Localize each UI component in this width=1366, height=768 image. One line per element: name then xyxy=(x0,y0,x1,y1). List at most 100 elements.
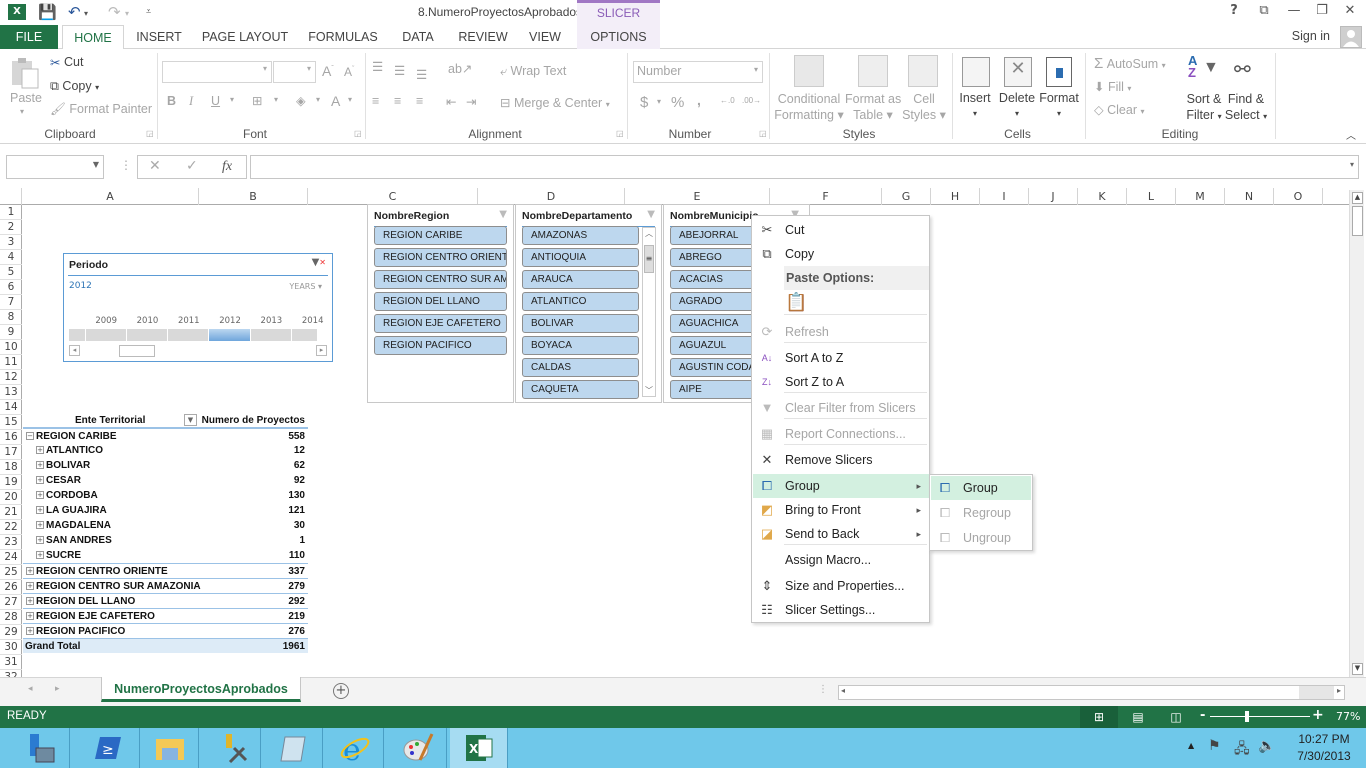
row-header[interactable]: 26 xyxy=(0,580,22,595)
scroll-left-icon[interactable]: ◂ xyxy=(841,686,845,695)
paste-dropdown-icon[interactable]: ▾ xyxy=(20,107,24,116)
restore-button[interactable]: ❐ xyxy=(1312,3,1332,18)
row-header[interactable]: 9 xyxy=(0,325,22,340)
row-header[interactable]: 17 xyxy=(0,445,22,460)
taskbar-powershell[interactable]: ≥ xyxy=(76,728,140,768)
column-header[interactable]: K xyxy=(1078,188,1127,205)
expand-icon[interactable]: + xyxy=(36,536,44,544)
slicer-item[interactable]: REGION CARIBE xyxy=(374,226,507,245)
clock[interactable]: 10:27 PM 7/30/2013 xyxy=(1284,731,1364,765)
submenu-item-ungroup[interactable]: ⧠ Ungroup xyxy=(931,526,1031,550)
top-align-icon[interactable]: ☰ xyxy=(372,59,383,74)
column-header[interactable]: F xyxy=(770,188,882,205)
row-header[interactable]: 2 xyxy=(0,220,22,235)
slicer-item[interactable]: ARAUCA xyxy=(522,270,639,289)
slicer-nombre-region[interactable]: NombreRegion ▼ REGION CARIBE REGION CENTR… xyxy=(367,204,514,403)
time-level-select[interactable]: YEARS ▾ xyxy=(289,282,322,291)
row-header[interactable]: 5 xyxy=(0,265,22,280)
close-button[interactable]: ✕ xyxy=(1340,3,1360,18)
menu-item-send-to-back[interactable]: ◪ Send to Back ▸ xyxy=(753,522,929,546)
submenu-item-group[interactable]: ⧠ Group xyxy=(931,476,1031,500)
percent-button[interactable]: % xyxy=(671,94,684,111)
menu-item-slicer-settings[interactable]: ☷ Slicer Settings... xyxy=(753,598,929,622)
enter-icon[interactable]: ✓ xyxy=(186,158,198,174)
fill-color-dropdown-icon[interactable]: ▾ xyxy=(316,95,320,104)
horizontal-scrollbar[interactable]: ◂ ▸ xyxy=(838,685,1345,700)
alignment-launcher-icon[interactable]: ◲ xyxy=(616,129,624,138)
grow-font-icon[interactable]: Aˆ xyxy=(322,63,334,79)
align-right-icon[interactable]: ≡ xyxy=(416,94,423,108)
help-button[interactable]: ? xyxy=(1224,3,1244,18)
expand-icon[interactable]: + xyxy=(26,597,34,605)
row-header[interactable]: 21 xyxy=(0,505,22,520)
taskbar-file-explorer[interactable] xyxy=(141,728,199,768)
column-header[interactable]: J xyxy=(1029,188,1078,205)
paste-icon[interactable] xyxy=(10,57,40,89)
slicer-scrollbar[interactable]: ︿ ≡ ﹀ xyxy=(642,227,656,397)
zoom-slider[interactable] xyxy=(1210,716,1310,717)
slicer-item[interactable]: BOLIVAR xyxy=(522,314,639,333)
column-header[interactable]: N xyxy=(1225,188,1274,205)
increase-decimal-icon[interactable]: ←.0 xyxy=(720,96,735,105)
taskbar-notepad[interactable] xyxy=(265,728,323,768)
scroll-thumb[interactable]: ≡ xyxy=(644,245,654,273)
row-header[interactable]: 22 xyxy=(0,520,22,535)
menu-item-remove-slicers[interactable]: ✕ Remove Slicers xyxy=(753,448,929,472)
fill-button[interactable]: ⬇ Fill ▾ xyxy=(1094,79,1131,94)
taskbar-excel[interactable]: X xyxy=(450,728,508,768)
zoom-slider-thumb[interactable] xyxy=(1245,711,1250,722)
row-header[interactable]: 23 xyxy=(0,535,22,550)
copy-button[interactable]: ⧉ Copy ▾ xyxy=(50,79,99,94)
new-sheet-button[interactable]: + xyxy=(333,683,349,699)
font-color-icon[interactable]: A xyxy=(331,93,340,109)
slicer-item[interactable]: CALDAS xyxy=(522,358,639,377)
delete-button[interactable]: Delete ▾ xyxy=(998,91,1036,119)
show-hidden-icons-button[interactable]: ▲ xyxy=(1188,741,1194,750)
slicer-item[interactable]: ATLANTICO xyxy=(522,292,639,311)
timeline-bar[interactable] xyxy=(250,329,292,341)
taskbar-admin-tools[interactable] xyxy=(203,728,261,768)
timeline-bar[interactable] xyxy=(85,329,126,341)
collapse-icon[interactable]: − xyxy=(26,432,34,440)
timeline-bar[interactable] xyxy=(168,329,209,341)
slicer-item[interactable]: ANTIOQUIA xyxy=(522,248,639,267)
menu-item-sort-z-to-a[interactable]: Z↓ Sort Z to A xyxy=(753,370,929,394)
vertical-scrollbar[interactable]: ▲ ▼ xyxy=(1349,190,1364,677)
scroll-up-icon[interactable]: ▲ xyxy=(1352,192,1363,204)
ribbon-display-button[interactable]: ⧉ xyxy=(1254,3,1274,18)
scroll-thumb[interactable] xyxy=(1352,206,1363,236)
paste-option-icon[interactable]: 📋 xyxy=(785,292,807,314)
timeline-bar[interactable] xyxy=(69,329,85,341)
zoom-in-button[interactable]: + xyxy=(1312,707,1324,723)
clear-button[interactable]: ◇ Clear ▾ xyxy=(1094,102,1144,117)
font-color-dropdown-icon[interactable]: ▾ xyxy=(348,95,352,104)
menu-item-clear-filter-from-slicers[interactable]: ▼ Clear Filter from Slicers xyxy=(753,396,929,420)
row-header[interactable]: 29 xyxy=(0,625,22,640)
taskbar-internet-explorer[interactable]: e xyxy=(326,728,384,768)
scroll-down-icon[interactable]: ﹀ xyxy=(643,385,655,396)
minimize-button[interactable]: — xyxy=(1284,3,1304,18)
slicer-item[interactable]: AMAZONAS xyxy=(522,226,639,245)
column-header[interactable]: E xyxy=(625,188,770,205)
row-header[interactable]: 13 xyxy=(0,385,22,400)
menu-item-group[interactable]: ⧠ Group ▸ xyxy=(753,474,929,498)
row-header[interactable]: 11 xyxy=(0,355,22,370)
expand-icon[interactable]: + xyxy=(36,551,44,559)
row-header[interactable]: 27 xyxy=(0,595,22,610)
middle-align-icon[interactable]: ☰ xyxy=(394,63,405,78)
tab-formulas[interactable]: FORMULAS xyxy=(302,25,384,49)
row-header[interactable]: 14 xyxy=(0,400,22,415)
decrease-decimal-icon[interactable]: .00→ xyxy=(742,96,761,105)
menu-item-sort-a-to-z[interactable]: A↓ Sort A to Z xyxy=(753,346,929,370)
scroll-right-icon[interactable]: ▸ xyxy=(1337,686,1341,695)
italic-button[interactable]: I xyxy=(189,94,193,109)
menu-item-report-connections[interactable]: ▦ Report Connections... xyxy=(753,422,929,446)
tab-review[interactable]: REVIEW xyxy=(452,25,514,49)
tab-options[interactable]: OPTIONS xyxy=(577,25,660,49)
column-header[interactable]: I xyxy=(980,188,1029,205)
slicer-item[interactable]: REGION CENTRO ORIENTE xyxy=(374,248,507,267)
timeline-scroll-left-icon[interactable]: ◂ xyxy=(69,345,80,356)
column-header[interactable]: A xyxy=(22,188,199,205)
sheet-tab-numero-proyectos[interactable]: NumeroProyectosAprobados xyxy=(101,677,301,702)
decrease-indent-icon[interactable]: ⇤ xyxy=(446,94,456,109)
